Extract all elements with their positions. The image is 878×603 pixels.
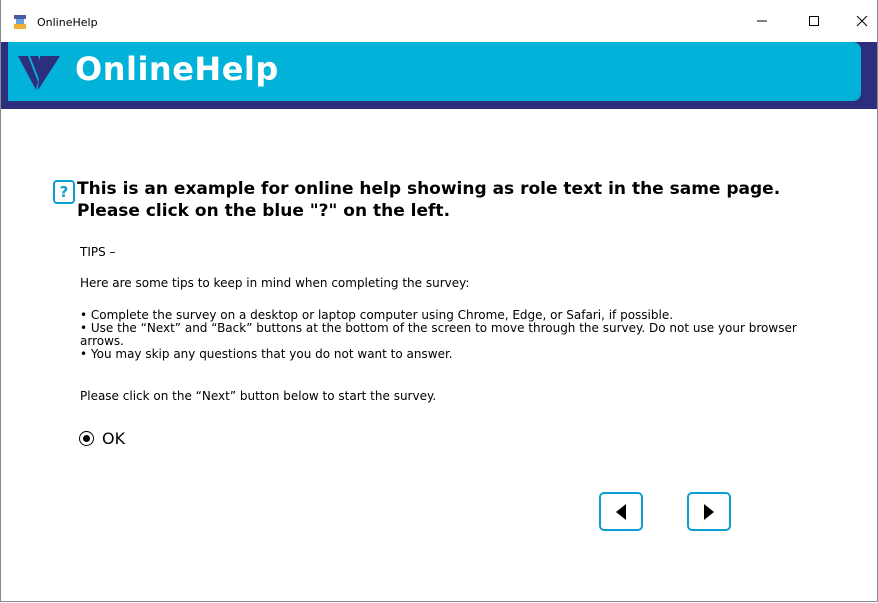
close-icon	[856, 15, 868, 27]
triangle-left-icon	[616, 503, 626, 520]
tip-item: • You may skip any questions that you do…	[80, 347, 453, 361]
ok-option[interactable]: OK	[79, 429, 125, 448]
minimize-button[interactable]	[739, 0, 785, 42]
tips-list: • Complete the survey on a desktop or la…	[80, 309, 840, 361]
maximize-icon	[809, 16, 819, 26]
tips-heading: TIPS –	[80, 245, 116, 259]
start-instruction: Please click on the “Next” button below …	[80, 389, 437, 403]
app-icon	[14, 15, 26, 29]
v-logo-icon	[18, 56, 60, 90]
maximize-button[interactable]	[791, 0, 837, 42]
title-bar[interactable]: OnlineHelp	[1, 0, 877, 42]
radio-selected-dot	[83, 435, 90, 442]
question-text: This is an example for online help showi…	[77, 179, 781, 221]
minimize-icon	[757, 20, 767, 22]
app-window: OnlineHelp OnlineHelp ? This is an examp…	[0, 0, 878, 602]
back-button[interactable]	[599, 492, 643, 531]
close-button[interactable]	[839, 0, 878, 42]
tips-intro: Here are some tips to keep in mind when …	[80, 276, 470, 290]
ok-option-label[interactable]: OK	[102, 429, 125, 448]
tip-item: • Use the “Next” and “Back” buttons at t…	[80, 321, 801, 348]
help-button[interactable]: ?	[53, 180, 75, 204]
next-button[interactable]	[687, 492, 731, 531]
window-title: OnlineHelp	[37, 16, 98, 29]
triangle-right-icon	[704, 503, 714, 520]
ok-radio[interactable]	[79, 431, 94, 446]
brand-title: OnlineHelp	[75, 50, 279, 88]
